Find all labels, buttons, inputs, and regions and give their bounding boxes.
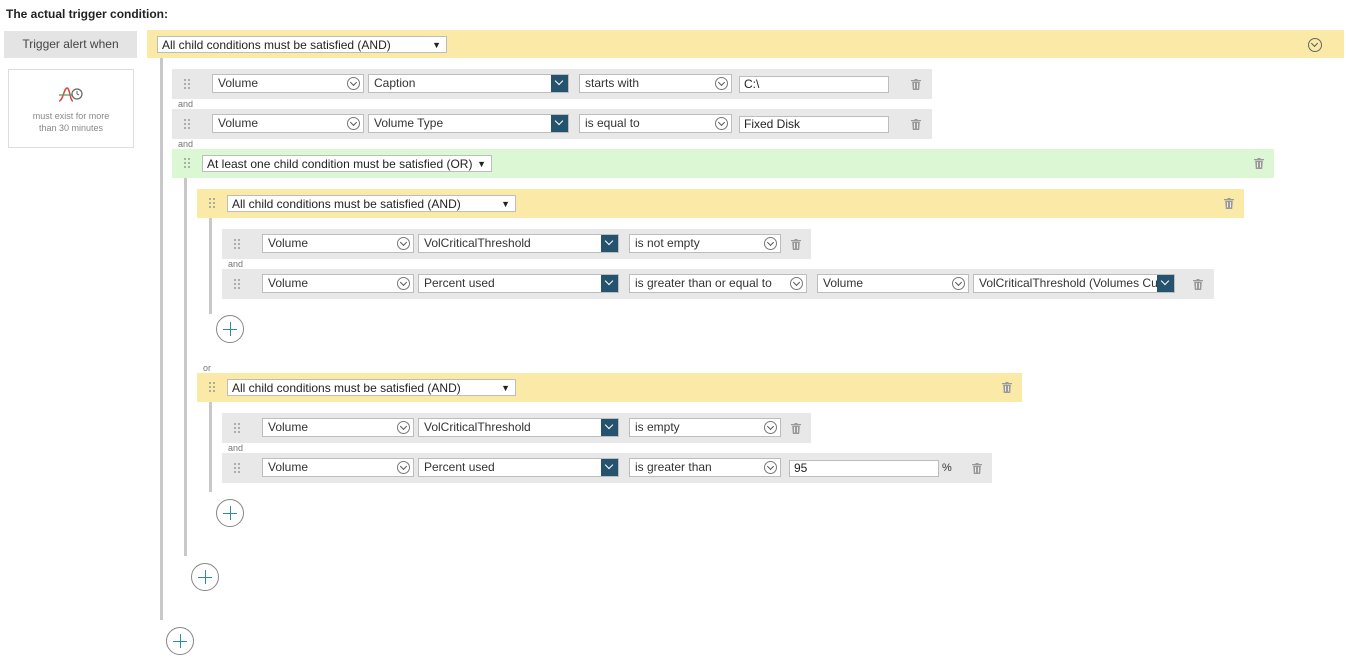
chevron-down-icon	[952, 277, 965, 290]
chevron-down-icon	[1157, 275, 1174, 292]
drag-handle-icon[interactable]	[183, 78, 191, 90]
operator-select[interactable]: is greater than or equal to	[629, 274, 807, 293]
trigger-label: Trigger alert when	[4, 31, 137, 58]
drag-handle-icon[interactable]	[183, 157, 191, 169]
operator-select[interactable]: is not empty	[629, 234, 781, 253]
time-chart-icon	[58, 87, 83, 102]
entity-select[interactable]: Volume	[212, 114, 364, 133]
drag-handle-icon[interactable]	[233, 422, 241, 434]
chevron-down-icon	[551, 75, 568, 92]
chevron-down-icon	[397, 421, 410, 434]
field-select[interactable]: Caption	[368, 74, 569, 93]
entity-select[interactable]: Volume	[262, 418, 414, 437]
trash-icon[interactable]	[972, 463, 982, 474]
compare-entity-select[interactable]: Volume	[817, 274, 969, 293]
chevron-down-icon	[601, 235, 618, 252]
operator-select[interactable]: starts with	[579, 74, 732, 93]
entity-select[interactable]: Volume	[262, 458, 414, 477]
root-logic-select[interactable]: All child conditions must be satisfied (…	[157, 36, 447, 53]
and-joiner: and	[178, 139, 194, 149]
duration-text: must exist for more than 30 minutes	[32, 111, 110, 133]
dropdown-arrow-icon: ▼	[477, 159, 486, 169]
dropdown-arrow-icon: ▼	[501, 383, 510, 393]
field-select[interactable]: VolCriticalThreshold	[418, 234, 619, 253]
dropdown-arrow-icon: ▼	[501, 199, 510, 209]
field-select[interactable]: Percent used	[418, 458, 619, 477]
drag-handle-icon[interactable]	[208, 381, 216, 393]
unit-label: %	[942, 462, 952, 474]
add-condition-button[interactable]	[166, 627, 194, 655]
field-select[interactable]: Percent used	[418, 274, 619, 293]
chevron-down-icon	[764, 237, 777, 250]
trash-icon[interactable]	[791, 239, 801, 250]
or-logic-select[interactable]: At least one child condition must be sat…	[202, 155, 492, 172]
operator-select[interactable]: is equal to	[579, 114, 732, 133]
root-tree-line	[160, 58, 163, 620]
trash-icon[interactable]	[791, 423, 801, 434]
chevron-down-icon[interactable]	[1308, 38, 1322, 52]
value-input[interactable]: C:\	[739, 76, 889, 93]
and-joiner: and	[178, 99, 194, 109]
and-tree-line	[209, 402, 212, 492]
and-logic-select[interactable]: All child conditions must be satisfied (…	[227, 379, 516, 396]
chevron-down-icon	[551, 115, 568, 132]
drag-handle-icon[interactable]	[233, 238, 241, 250]
trash-icon[interactable]	[1254, 158, 1264, 169]
chevron-down-icon	[790, 277, 803, 290]
chevron-down-icon	[715, 77, 728, 90]
and-joiner: and	[228, 443, 244, 453]
field-select[interactable]: VolCriticalThreshold	[418, 418, 619, 437]
duration-box[interactable]: must exist for more than 30 minutes	[8, 69, 134, 148]
and-joiner: and	[228, 259, 244, 269]
or-joiner: or	[203, 363, 212, 373]
entity-select[interactable]: Volume	[262, 234, 414, 253]
add-condition-button[interactable]	[216, 499, 244, 527]
chevron-down-icon	[764, 461, 777, 474]
chevron-down-icon	[601, 275, 618, 292]
or-tree-line	[184, 178, 187, 556]
trash-icon[interactable]	[911, 79, 921, 90]
chevron-down-icon	[347, 117, 360, 130]
entity-select[interactable]: Volume	[262, 274, 414, 293]
chevron-down-icon	[601, 419, 618, 436]
field-select[interactable]: Volume Type	[368, 114, 569, 133]
drag-handle-icon[interactable]	[233, 462, 241, 474]
chevron-down-icon	[601, 459, 618, 476]
drag-handle-icon[interactable]	[208, 197, 216, 209]
and-tree-line	[209, 218, 212, 314]
section-title: The actual trigger condition:	[6, 7, 169, 21]
compare-field-select[interactable]: VolCriticalThreshold (Volumes Cu	[973, 274, 1175, 293]
entity-select[interactable]: Volume	[212, 74, 364, 93]
chevron-down-icon	[397, 461, 410, 474]
trash-icon[interactable]	[911, 119, 921, 130]
drag-handle-icon[interactable]	[183, 118, 191, 130]
drag-handle-icon[interactable]	[233, 278, 241, 290]
and-logic-select[interactable]: All child conditions must be satisfied (…	[227, 195, 516, 212]
value-input[interactable]: Fixed Disk	[739, 116, 889, 133]
operator-select[interactable]: is greater than	[629, 458, 781, 477]
chevron-down-icon	[347, 77, 360, 90]
chevron-down-icon	[397, 277, 410, 290]
operator-select[interactable]: is empty	[629, 418, 781, 437]
dropdown-arrow-icon: ▼	[432, 40, 441, 50]
trash-icon[interactable]	[1224, 198, 1234, 209]
value-input[interactable]: 95	[789, 460, 939, 477]
trash-icon[interactable]	[1002, 382, 1012, 393]
chevron-down-icon	[764, 421, 777, 434]
chevron-down-icon	[715, 117, 728, 130]
chevron-down-icon	[397, 237, 410, 250]
add-condition-button[interactable]	[191, 563, 219, 591]
trash-icon[interactable]	[1193, 279, 1203, 290]
add-condition-button[interactable]	[216, 315, 244, 343]
